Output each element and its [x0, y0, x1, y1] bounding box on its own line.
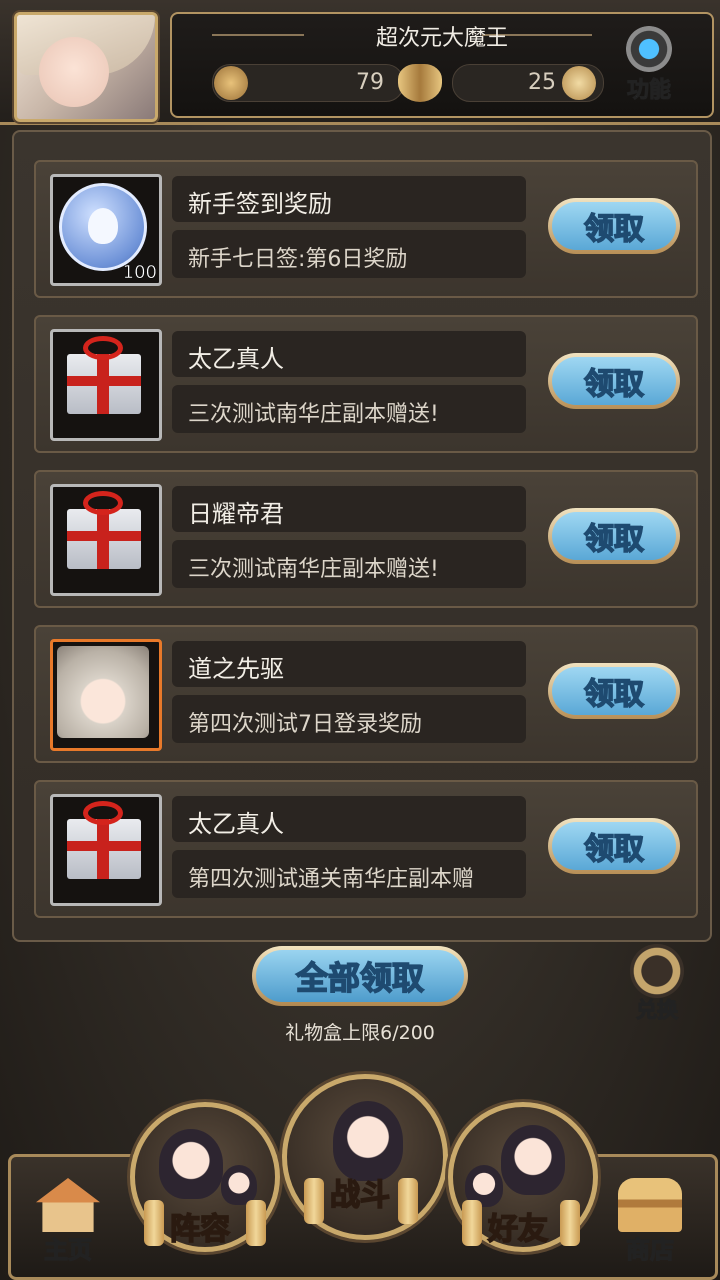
- claim-all-label: 全部领取: [256, 950, 464, 1002]
- gift-title: 太乙真人: [188, 345, 284, 373]
- claim-button[interactable]: 领取: [548, 663, 680, 719]
- nav-battle-label: 战斗: [329, 1177, 391, 1214]
- resource2-value: 25: [528, 70, 556, 95]
- exchange-button[interactable]: 兑换: [622, 944, 692, 1023]
- top-bar: 超次元大魔王 79 25 功能: [0, 0, 720, 125]
- gift-title: 日耀帝君: [188, 500, 284, 528]
- gift-description: 三次测试南华庄副本赠送!: [188, 557, 439, 582]
- character-chibi-icon: [501, 1125, 565, 1195]
- gift-title: 新手签到奖励: [188, 190, 332, 218]
- gift-row: 太乙真人 三次测试南华庄副本赠送! 领取: [34, 315, 698, 453]
- spirit-coin-icon: [59, 183, 147, 271]
- nav-friends-label: 好友: [487, 1211, 549, 1248]
- claim-label: 领取: [552, 822, 676, 870]
- gift-exchange-icon: [630, 944, 684, 998]
- nav-lineup-label: 阵容: [169, 1211, 231, 1248]
- claim-button[interactable]: 领取: [548, 198, 680, 254]
- item-slot[interactable]: [50, 329, 162, 441]
- claim-all-button[interactable]: 全部领取: [252, 946, 468, 1006]
- character-portrait-icon: [57, 646, 149, 738]
- nav-shop-label: 商店: [625, 1235, 674, 1264]
- gift-row: 道之先驱 第四次测试7日登录奖励 领取: [34, 625, 698, 763]
- gift-row: 太乙真人 第四次测试通关南华庄副本赠 领取: [34, 780, 698, 918]
- gift-box-limit: 礼物盒上限6/200: [285, 1022, 435, 1044]
- resource1-value: 79: [356, 70, 384, 95]
- nav-home-label: 主页: [43, 1235, 92, 1264]
- item-slot[interactable]: [50, 639, 162, 751]
- claim-button[interactable]: 领取: [548, 353, 680, 409]
- flame-spirit-icon: [214, 66, 248, 100]
- treasure-chest-icon: [618, 1178, 682, 1232]
- item-slot[interactable]: 100: [50, 174, 162, 286]
- nav-shop[interactable]: 商店: [600, 1168, 700, 1268]
- gift-description: 新手七日签:第6日奖励: [188, 247, 408, 272]
- butterfly-icon: [398, 64, 442, 102]
- gift-description: 三次测试南华庄副本赠送!: [188, 402, 439, 427]
- bottom-navigation: 主页 阵容 战斗 好友 商店: [0, 1050, 720, 1280]
- player-avatar[interactable]: [14, 12, 158, 122]
- nav-home[interactable]: 主页: [18, 1168, 118, 1268]
- gift-row: 100 新手签到奖励 新手七日签:第6日奖励 领取: [34, 160, 698, 298]
- gear-icon: [626, 26, 672, 72]
- function-button[interactable]: 功能: [616, 26, 682, 104]
- exchange-label: 兑换: [636, 998, 679, 1023]
- claim-label: 领取: [552, 357, 676, 405]
- item-slot[interactable]: [50, 794, 162, 906]
- gift-row: 日耀帝君 三次测试南华庄副本赠送! 领取: [34, 470, 698, 608]
- claim-button[interactable]: 领取: [548, 508, 680, 564]
- character-chibi-icon: [333, 1101, 403, 1181]
- item-slot[interactable]: [50, 484, 162, 596]
- item-count: 100: [122, 262, 157, 284]
- claim-label: 领取: [552, 512, 676, 560]
- gift-title: 太乙真人: [188, 810, 284, 838]
- house-icon: [36, 1178, 100, 1232]
- claim-label: 领取: [552, 667, 676, 715]
- claim-label: 领取: [552, 202, 676, 250]
- gift-box-icon: [67, 509, 141, 569]
- gift-description: 第四次测试7日登录奖励: [188, 712, 422, 737]
- gift-description: 第四次测试通关南华庄副本赠: [188, 867, 475, 892]
- claim-button[interactable]: 领取: [548, 818, 680, 874]
- gift-title: 道之先驱: [188, 655, 284, 683]
- function-label: 功能: [626, 78, 671, 104]
- gift-box-icon: [67, 819, 141, 879]
- gift-box-icon: [67, 354, 141, 414]
- add-plus-icon[interactable]: [562, 66, 596, 100]
- character-chibi-icon: [159, 1129, 223, 1199]
